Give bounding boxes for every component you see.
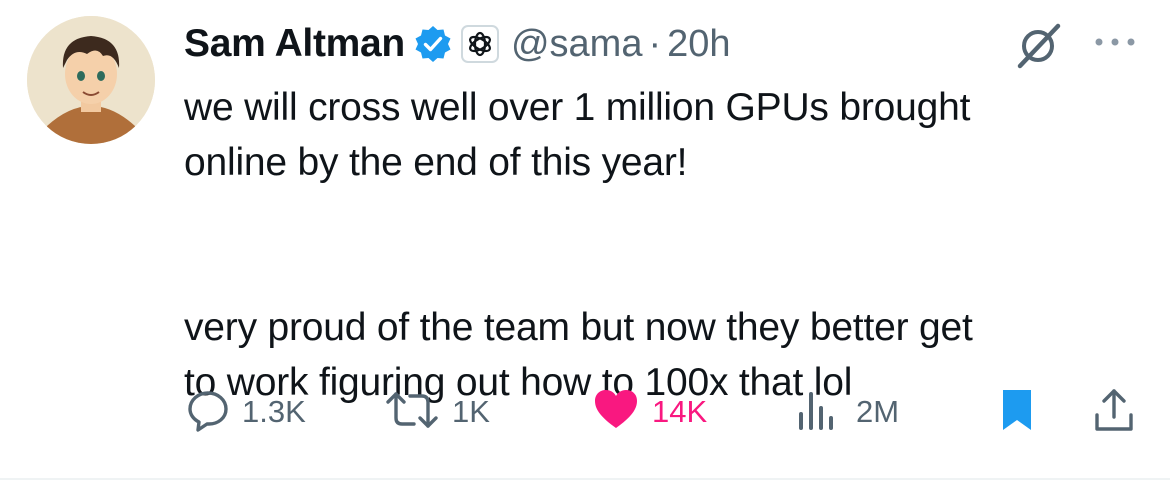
repost-button[interactable]: 1K: [384, 384, 490, 440]
share-button[interactable]: [1092, 384, 1136, 440]
action-bar: 1.3K 1K 14K 2M: [0, 384, 1170, 440]
bookmark-icon: [1000, 387, 1034, 438]
tweet[interactable]: Sam Altman @sama · 20h we will cross wel…: [0, 0, 1170, 480]
avatar[interactable]: [27, 16, 155, 144]
like-count: 14K: [652, 394, 708, 429]
bookmark-button[interactable]: [1000, 384, 1034, 440]
share-icon: [1092, 387, 1136, 438]
tweet-header: Sam Altman @sama · 20h: [184, 18, 731, 70]
repost-icon: [384, 388, 440, 437]
author-handle[interactable]: @sama: [511, 23, 643, 66]
repost-count: 1K: [452, 394, 490, 429]
separator-dot: ·: [648, 22, 662, 65]
views-button[interactable]: 2M: [794, 384, 899, 440]
tweet-text-line: very proud of the team but now they bett…: [184, 306, 973, 349]
grok-icon[interactable]: [1012, 22, 1064, 70]
openai-affiliate-badge-icon[interactable]: [460, 25, 499, 63]
like-icon: [592, 388, 640, 437]
views-icon: [794, 388, 844, 437]
tweet-text-line: online by the end of this year!: [184, 141, 688, 184]
views-count: 2M: [856, 394, 900, 429]
tweet-text-line: we will cross well over 1 million GPUs b…: [184, 86, 971, 129]
like-button[interactable]: 14K: [592, 384, 707, 440]
author-name[interactable]: Sam Altman: [184, 22, 405, 66]
reply-count: 1.3K: [242, 394, 306, 429]
more-options-icon[interactable]: [1090, 32, 1140, 52]
timestamp[interactable]: 20h: [667, 23, 730, 66]
reply-button[interactable]: 1.3K: [186, 384, 306, 440]
reply-icon: [186, 388, 230, 437]
verified-badge-icon: [413, 24, 453, 64]
tweet-text: we will cross well over 1 million GPUs b…: [184, 80, 1144, 410]
